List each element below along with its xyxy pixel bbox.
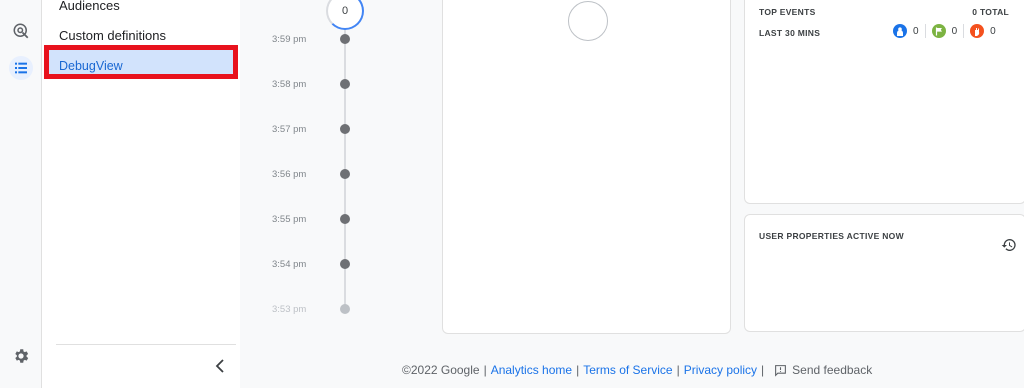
timeline-dot: [340, 79, 350, 89]
footer-separator: |: [676, 363, 680, 377]
terms-of-service-link[interactable]: Terms of Service: [583, 363, 672, 377]
settings-gear-icon[interactable]: [9, 344, 33, 368]
timeline-dot: [340, 169, 350, 179]
timeline-dot: [340, 124, 350, 134]
timeline-time: 3:59 pm: [272, 34, 307, 45]
top-events-card: TOP EVENTS 0 TOTAL LAST 30 MINS 0 0 0: [744, 0, 1024, 204]
timeline-row[interactable]: 3:56 pm: [240, 168, 440, 180]
event-type-counts: 0 0 0: [893, 24, 1002, 38]
footer-separator: |: [576, 363, 580, 377]
timeline-dot: [340, 259, 350, 269]
nav-item-audiences[interactable]: Audiences: [59, 0, 120, 13]
timeline-row[interactable]: 3:54 pm: [240, 258, 440, 270]
configure-nav: Audiences Custom definitions DebugView: [42, 0, 240, 388]
send-feedback-label: Send feedback: [792, 363, 873, 377]
timeline-time: 3:58 pm: [272, 79, 307, 90]
timeline-time: 3:54 pm: [272, 259, 307, 270]
feedback-icon: [775, 364, 787, 377]
footer-separator: |: [483, 363, 487, 377]
event-count-value: 0: [951, 25, 958, 37]
flag-icon: [931, 24, 946, 38]
collapse-chevron-left-icon[interactable]: [212, 356, 228, 376]
hand-icon: [970, 24, 985, 38]
timeline-row[interactable]: 3:58 pm: [240, 78, 440, 90]
minutes-timeline: 0 3:59 pm 3:58 pm 3:57 pm 3:56 pm 3:55 p…: [240, 0, 440, 340]
seconds-circle: [568, 1, 608, 41]
user-properties-title: USER PROPERTIES ACTIVE NOW: [759, 231, 904, 241]
timeline-row[interactable]: 3:55 pm: [240, 213, 440, 225]
person-icon: [893, 24, 907, 38]
timeline-row[interactable]: 3:59 pm: [240, 33, 440, 45]
timeline-row[interactable]: 3:57 pm: [240, 123, 440, 135]
timeline-time: 3:53 pm: [272, 304, 307, 315]
explore-icon[interactable]: [9, 19, 33, 43]
privacy-policy-link[interactable]: Privacy policy: [684, 363, 757, 377]
current-minute-counter[interactable]: 0: [326, 0, 364, 30]
debugview-page: Audiences Custom definitions DebugView 0…: [0, 0, 1024, 388]
nav-item-debugview-label: DebugView: [59, 59, 123, 73]
count-divider: [963, 24, 965, 38]
event-count-value: 0: [990, 25, 996, 37]
top-events-total: 0 TOTAL: [972, 7, 1009, 17]
top-events-title: TOP EVENTS: [759, 7, 816, 17]
send-feedback-button[interactable]: Send feedback: [774, 363, 872, 377]
footer: ©2022 Google | Analytics home | Terms of…: [402, 363, 872, 377]
user-properties-card: USER PROPERTIES ACTIVE NOW: [744, 214, 1024, 332]
nav-divider: [56, 344, 236, 345]
top-events-range: LAST 30 MINS: [759, 28, 821, 38]
event-count-value: 0: [913, 25, 919, 37]
timeline-time: 3:55 pm: [272, 214, 307, 225]
timeline-dot: [340, 304, 350, 314]
history-icon[interactable]: [1001, 237, 1017, 253]
count-divider: [924, 24, 926, 38]
nav-item-debugview[interactable]: DebugView: [44, 45, 238, 79]
nav-item-custom-definitions[interactable]: Custom definitions: [59, 28, 166, 43]
copyright-text: ©2022 Google: [402, 363, 480, 377]
configure-icon[interactable]: [9, 56, 33, 80]
timeline-time: 3:56 pm: [272, 169, 307, 180]
analytics-home-link[interactable]: Analytics home: [491, 363, 572, 377]
timeline-time: 3:57 pm: [272, 124, 307, 135]
current-minute-count: 0: [341, 5, 349, 17]
footer-separator: |: [761, 363, 765, 377]
timeline-dot: [340, 214, 350, 224]
timeline-dot: [340, 34, 350, 44]
seconds-stream-card: [442, 0, 731, 334]
timeline-row[interactable]: 3:53 pm: [240, 303, 440, 315]
left-rail: [0, 0, 42, 388]
